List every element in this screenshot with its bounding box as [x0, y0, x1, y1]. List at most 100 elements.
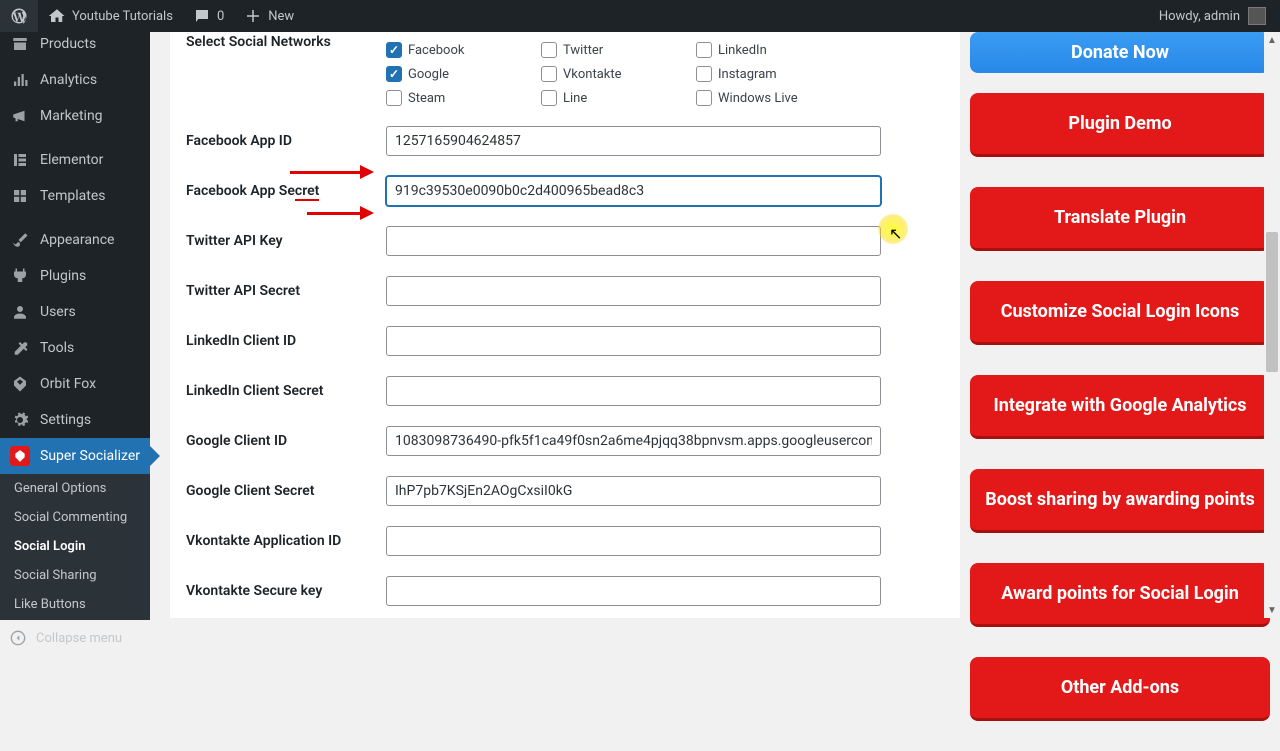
sidebar-label: Plugins	[40, 268, 86, 284]
fox-icon	[10, 374, 30, 394]
network-checkbox-line[interactable]: Line	[541, 90, 696, 106]
sidebar-label: Marketing	[40, 108, 103, 124]
field-label: Twitter API Key	[186, 216, 386, 266]
section-label: Select Social Networks	[186, 32, 386, 116]
promo-button-customize-social-login-icons[interactable]: Customize Social Login Icons	[970, 281, 1270, 345]
submenu-general-options[interactable]: General Options	[0, 474, 150, 503]
submenu-social-commenting[interactable]: Social Commenting	[0, 503, 150, 532]
megaphone-icon	[10, 106, 30, 126]
sidebar-item-settings[interactable]: Settings	[0, 402, 150, 438]
sidebar-item-templates[interactable]: Templates	[0, 178, 150, 214]
promo-button-boost-sharing-by-awarding-points[interactable]: Boost sharing by awarding points	[970, 469, 1270, 533]
sidebar-label: Super Socializer	[40, 448, 140, 464]
submenu-social-login[interactable]: Social Login	[0, 532, 150, 561]
new-button[interactable]: New	[234, 0, 304, 32]
scroll-thumb[interactable]	[1266, 232, 1278, 372]
promo-button-other-add-ons[interactable]: Other Add-ons	[970, 657, 1270, 721]
sidebar-item-analytics[interactable]: Analytics	[0, 62, 150, 98]
submenu-like-buttons[interactable]: Like Buttons	[0, 590, 150, 619]
scroll-down-icon[interactable]: ▼	[1264, 602, 1280, 618]
field-label: Twitter API Secret	[186, 266, 386, 316]
checkbox-icon	[696, 42, 712, 58]
twitter-api-key-input[interactable]	[386, 226, 881, 256]
field-label: Vkontakte Application ID	[186, 516, 386, 566]
network-checkbox-twitter[interactable]: Twitter	[541, 42, 696, 58]
facebook-app-secret-input[interactable]	[386, 176, 881, 206]
account-link[interactable]: Howdy, admin	[1145, 7, 1280, 25]
submenu: General Options Social Commenting Social…	[0, 474, 150, 619]
new-label: New	[268, 9, 294, 24]
google-client-secret-input[interactable]	[386, 476, 881, 506]
promo-button-translate-plugin[interactable]: Translate Plugin	[970, 187, 1270, 251]
linkedin-client-id-input[interactable]	[386, 326, 881, 356]
elementor-icon	[10, 150, 30, 170]
network-label: Google	[408, 67, 449, 82]
annotation-arrow	[290, 165, 374, 179]
google-client-id-input[interactable]	[386, 426, 881, 456]
network-label: Twitter	[563, 43, 603, 58]
network-label: Windows Live	[718, 91, 798, 106]
promo-button-award-points-for-social-login[interactable]: Award points for Social Login	[970, 563, 1270, 627]
plus-icon	[244, 7, 262, 25]
user-icon	[10, 302, 30, 322]
field-label: Google Client ID	[186, 416, 386, 466]
network-label: Line	[563, 91, 587, 106]
network-checkbox-facebook[interactable]: Facebook	[386, 42, 541, 58]
network-checkbox-instagram[interactable]: Instagram	[696, 66, 851, 82]
site-link[interactable]: Youtube Tutorials	[38, 0, 183, 32]
network-label: Steam	[408, 91, 445, 106]
comments-link[interactable]: 0	[183, 0, 234, 32]
sidebar-item-plugins[interactable]: Plugins	[0, 258, 150, 294]
network-checkbox-windows-live[interactable]: Windows Live	[696, 90, 851, 106]
sidebar-item-elementor[interactable]: Elementor	[0, 142, 150, 178]
admin-bar: Youtube Tutorials 0 New Howdy, admin	[0, 0, 1280, 32]
brush-icon	[10, 230, 30, 250]
network-checkbox-vkontakte[interactable]: Vkontakte	[541, 66, 696, 82]
scroll-up-icon[interactable]: ▲	[1264, 32, 1280, 48]
network-label: Vkontakte	[563, 67, 622, 82]
scrollbar[interactable]: ▲ ▼	[1264, 32, 1280, 618]
vkontakte-secure-key-input[interactable]	[386, 576, 881, 606]
sidebar-label: Orbit Fox	[40, 376, 96, 392]
sidebar-label: Elementor	[40, 152, 103, 168]
checkbox-icon	[696, 66, 712, 82]
networks-grid: Facebook Twitter LinkedIn Google Vkontakte In…	[386, 42, 944, 106]
network-checkbox-steam[interactable]: Steam	[386, 90, 541, 106]
sidebar-item-users[interactable]: Users	[0, 294, 150, 330]
bars-icon	[10, 70, 30, 90]
sidebar-item-orbitfox[interactable]: Orbit Fox	[0, 366, 150, 402]
network-checkbox-linkedin[interactable]: LinkedIn	[696, 42, 851, 58]
comment-icon	[193, 7, 211, 25]
linkedin-client-secret-input[interactable]	[386, 376, 881, 406]
promo-button-integrate-with-google-analytics[interactable]: Integrate with Google Analytics	[970, 375, 1270, 439]
wrench-icon	[10, 338, 30, 358]
field-label: Vkontakte Secure key	[186, 566, 386, 616]
comment-count: 0	[217, 9, 224, 24]
gear-icon	[10, 410, 30, 430]
checkbox-icon	[541, 90, 557, 106]
checkbox-icon	[541, 42, 557, 58]
templates-icon	[10, 186, 30, 206]
site-title: Youtube Tutorials	[72, 9, 173, 24]
wp-logo-button[interactable]	[0, 0, 38, 32]
archive-icon	[10, 34, 30, 54]
sidebar-item-marketing[interactable]: Marketing	[0, 98, 150, 134]
submenu-social-sharing[interactable]: Social Sharing	[0, 561, 150, 590]
sidebar-item-super-socializer[interactable]: Super Socializer	[0, 438, 150, 474]
sidebar-label: Analytics	[40, 72, 97, 88]
field-label: Facebook App ID	[186, 116, 386, 166]
sidebar-label: Settings	[40, 412, 91, 428]
sidebar-label: Products	[40, 36, 96, 52]
sidebar-item-appearance[interactable]: Appearance	[0, 222, 150, 258]
sidebar-item-tools[interactable]: Tools	[0, 330, 150, 366]
field-label: LinkedIn Client Secret	[186, 366, 386, 416]
vkontakte-application-id-input[interactable]	[386, 526, 881, 556]
checkbox-icon	[386, 66, 402, 82]
facebook-app-id-input[interactable]	[386, 126, 881, 156]
sidebar-label: Templates	[40, 188, 106, 204]
promo-button-plugin-demo[interactable]: Plugin Demo	[970, 93, 1270, 157]
network-checkbox-google[interactable]: Google	[386, 66, 541, 82]
twitter-api-secret-input[interactable]	[386, 276, 881, 306]
donate-button[interactable]: Donate Now	[970, 32, 1270, 73]
network-label: Instagram	[718, 67, 777, 82]
